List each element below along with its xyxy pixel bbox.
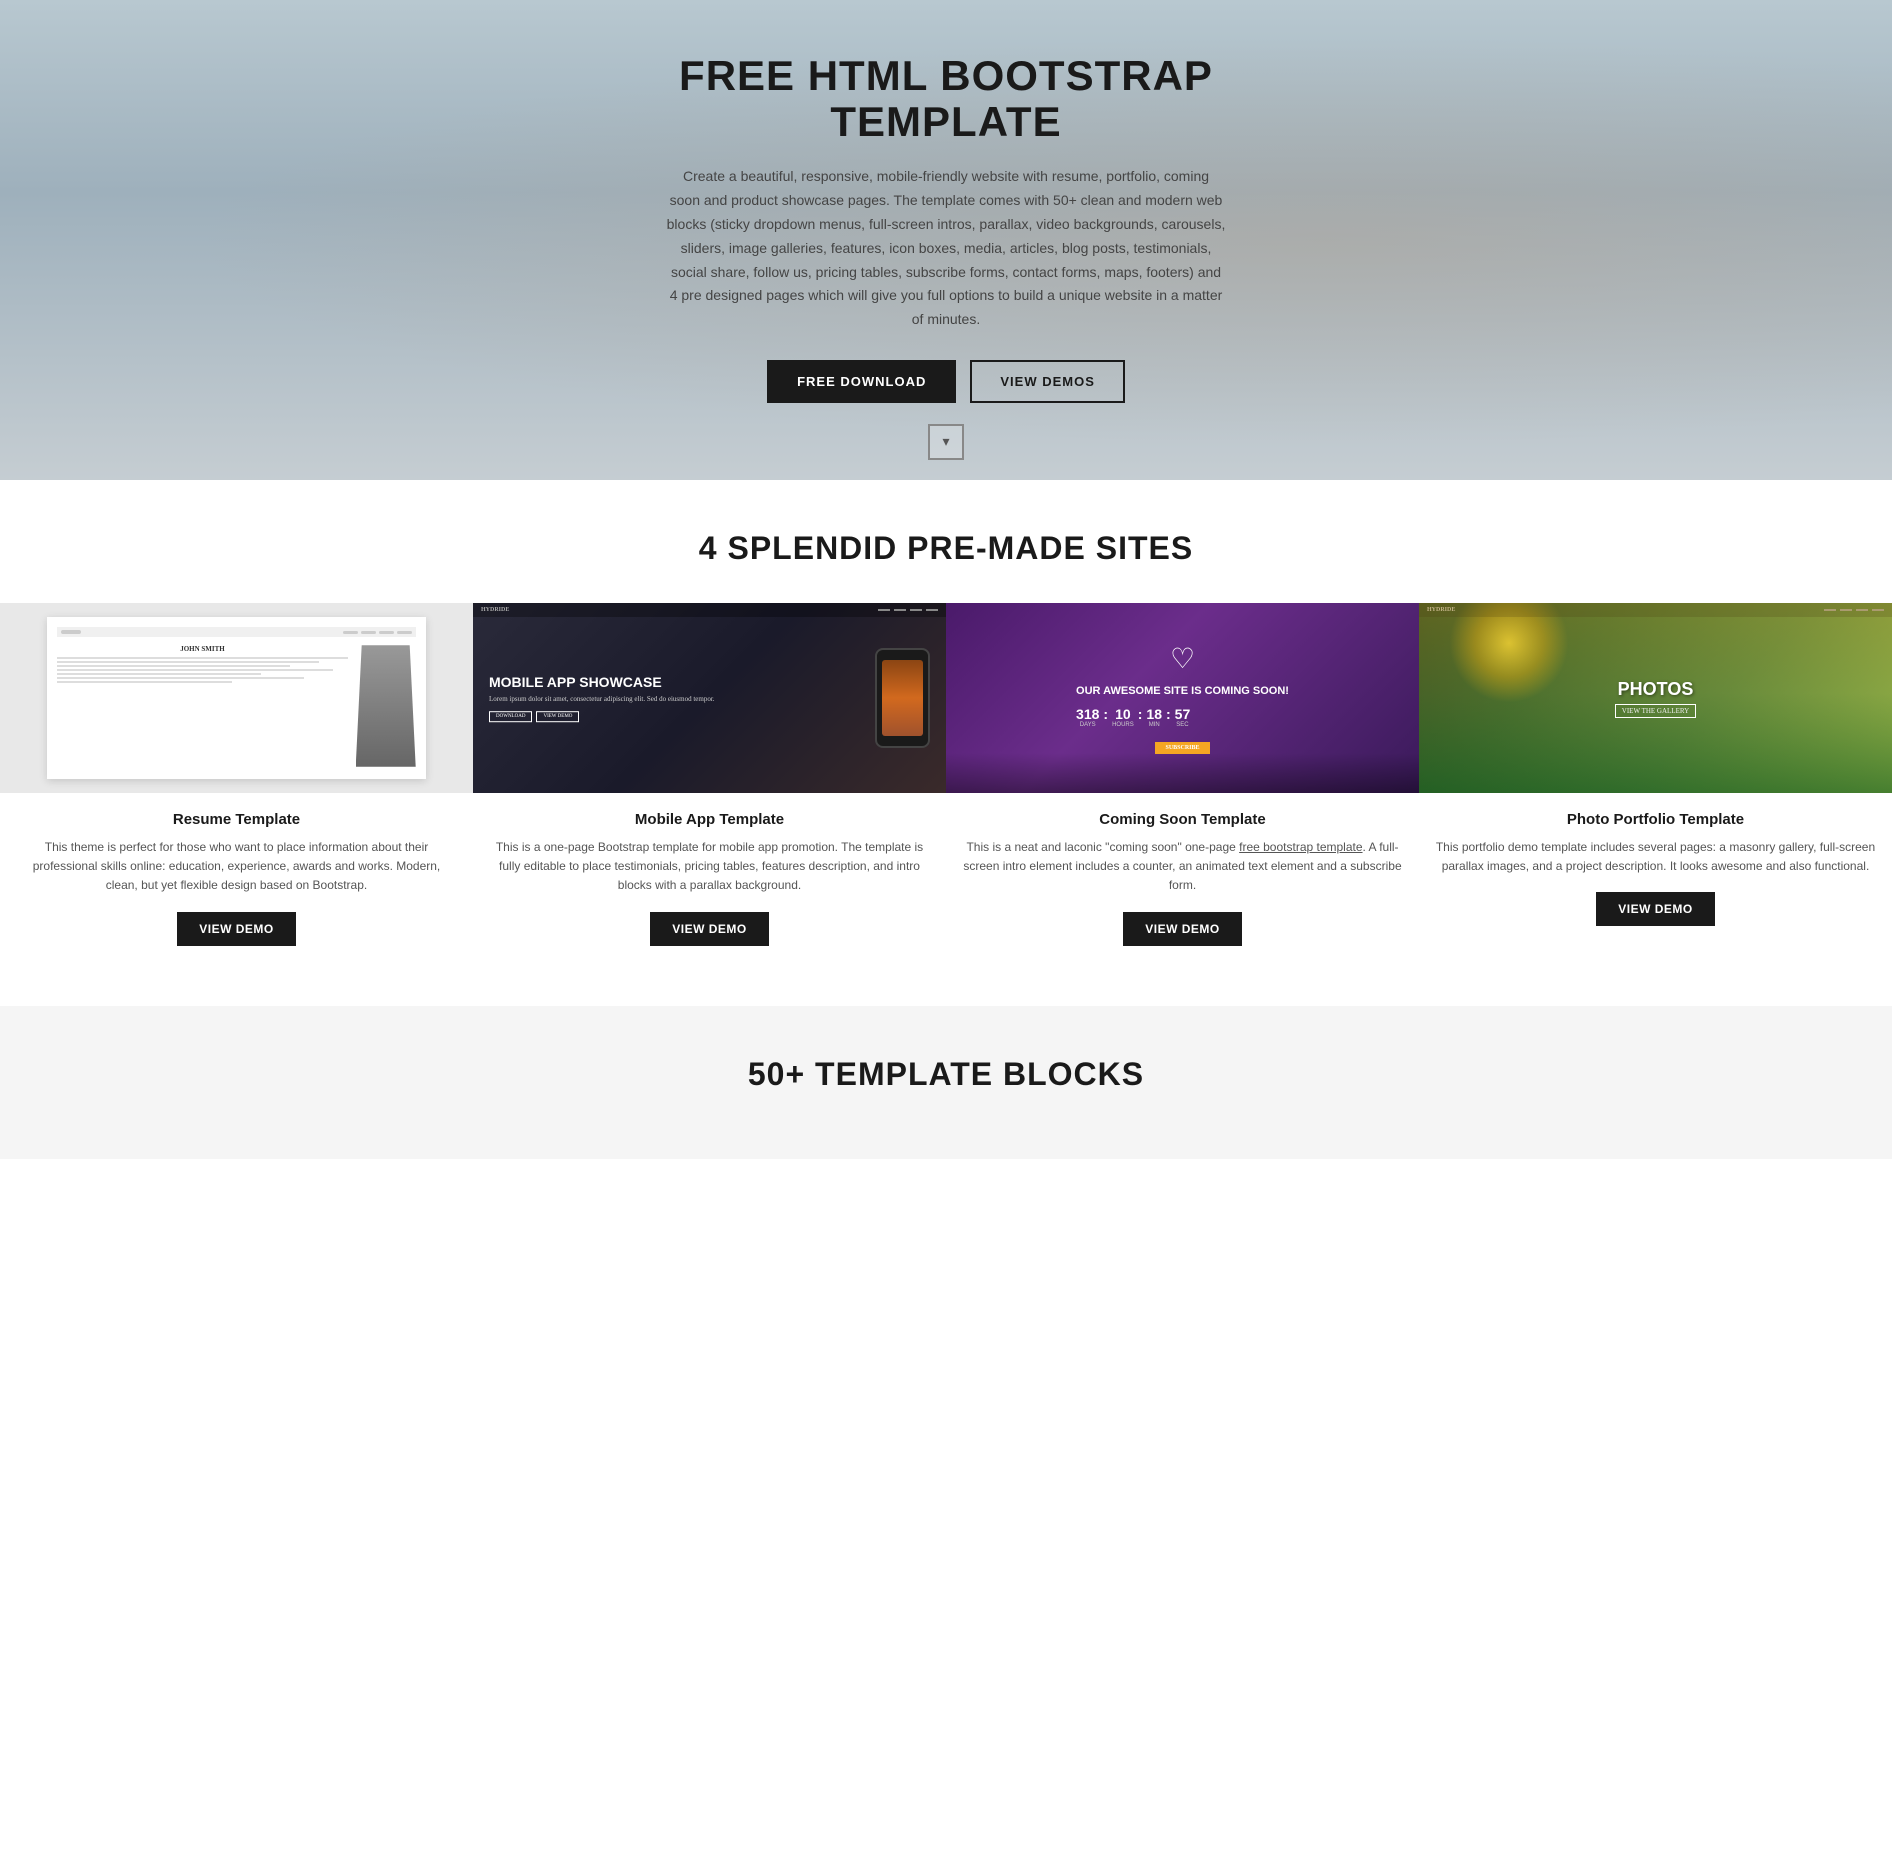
phone-mockup bbox=[875, 648, 930, 748]
countdown-hours: 10 HOURS bbox=[1112, 706, 1134, 728]
photos-subtext: VIEW THE GALLERY bbox=[1615, 704, 1696, 718]
photo-portfolio-card-image: HYDRIDE PHOTOS VIEW THE GALLERY bbox=[1419, 603, 1892, 793]
phone-screen bbox=[882, 660, 923, 737]
countdown-days: 318 DAYS bbox=[1076, 706, 1099, 728]
free-download-button[interactable]: FREE DOWNLOAD bbox=[767, 360, 956, 403]
template-blocks-section: 50+ TEMPLATE BLOCKS bbox=[0, 1006, 1892, 1159]
coming-soon-view-demo-button[interactable]: VIEW DEMO bbox=[1123, 912, 1242, 946]
countdown-days-label: DAYS bbox=[1080, 722, 1096, 728]
coming-soon-content: ♡ OUR AWESOME SITE IS COMING SOON! 318 D… bbox=[1076, 642, 1289, 754]
resume-card-title: Resume Template bbox=[0, 811, 473, 828]
photo-portfolio-card-desc: This portfolio demo template includes se… bbox=[1419, 838, 1892, 876]
countdown-days-num: 318 bbox=[1076, 706, 1099, 722]
mobile-app-preview: HYDRIDE MOBILE APP SHOWCASE Lorem ipsum … bbox=[473, 603, 946, 793]
countdown-hours-num: 10 bbox=[1115, 706, 1131, 722]
photo-portfolio-card-title: Photo Portfolio Template bbox=[1419, 811, 1892, 828]
countdown-min-num: 18 bbox=[1146, 706, 1162, 722]
coming-soon-card: ♡ OUR AWESOME SITE IS COMING SOON! 318 D… bbox=[946, 603, 1419, 966]
chevron-down-icon: ▾ bbox=[942, 434, 949, 451]
premade-sites-section: 4 SPLENDID PRE-MADE SITES bbox=[0, 480, 1892, 1006]
hero-content: FREE HTML BOOTSTRAP TEMPLATE Create a be… bbox=[646, 53, 1246, 427]
countdown: 318 DAYS : 10 HOURS : 18 MIN bbox=[1076, 706, 1289, 728]
resume-card-desc: This theme is perfect for those who want… bbox=[0, 838, 473, 896]
mobile-app-subtext: Lorem ipsum dolor sit amet, consectetur … bbox=[489, 695, 715, 705]
mobile-app-card-title: Mobile App Template bbox=[473, 811, 946, 828]
hero-buttons: FREE DOWNLOAD VIEW DEMOS bbox=[666, 360, 1226, 403]
mobile-app-view-demo-button[interactable]: VIEW DEMO bbox=[650, 912, 769, 946]
scroll-down-arrow[interactable]: ▾ bbox=[928, 424, 964, 460]
countdown-sep-1: : bbox=[1103, 706, 1108, 728]
mobile-app-card-desc: This is a one-page Bootstrap template fo… bbox=[473, 838, 946, 896]
hero-description: Create a beautiful, responsive, mobile-f… bbox=[666, 165, 1226, 332]
photo-portfolio-content: PHOTOS VIEW THE GALLERY bbox=[1615, 679, 1696, 718]
resume-view-demo-button[interactable]: VIEW DEMO bbox=[177, 912, 296, 946]
coming-soon-preview: ♡ OUR AWESOME SITE IS COMING SOON! 318 D… bbox=[946, 603, 1419, 793]
mobile-demo-btn: VIEW DEMO bbox=[536, 711, 579, 722]
countdown-sec-label: SEC bbox=[1176, 722, 1188, 728]
coming-soon-card-image: ♡ OUR AWESOME SITE IS COMING SOON! 318 D… bbox=[946, 603, 1419, 793]
cards-grid: JOHN SMITH bbox=[0, 603, 1892, 966]
photos-heading: PHOTOS bbox=[1615, 679, 1696, 700]
heart-icon: ♡ bbox=[1076, 642, 1289, 676]
countdown-sec: 57 SEC bbox=[1175, 706, 1191, 728]
coming-soon-title-text: OUR AWESOME SITE IS COMING SOON! bbox=[1076, 684, 1289, 698]
mobile-app-text: MOBILE APP SHOWCASE Lorem ipsum dolor si… bbox=[489, 674, 715, 722]
countdown-min-label: MIN bbox=[1149, 722, 1160, 728]
free-bootstrap-template-link[interactable]: free bootstrap template bbox=[1239, 840, 1362, 854]
mobile-app-card: HYDRIDE MOBILE APP SHOWCASE Lorem ipsum … bbox=[473, 603, 946, 966]
countdown-sep-2: : bbox=[1138, 706, 1143, 728]
hero-title: FREE HTML BOOTSTRAP TEMPLATE bbox=[666, 53, 1226, 145]
countdown-sep-3: : bbox=[1166, 706, 1171, 728]
countdown-sec-num: 57 bbox=[1175, 706, 1191, 722]
view-demos-button[interactable]: VIEW DEMOS bbox=[970, 360, 1125, 403]
premade-section-title: 4 SPLENDID PRE-MADE SITES bbox=[0, 530, 1892, 567]
resume-name-label: JOHN SMITH bbox=[57, 645, 347, 653]
coming-soon-card-title: Coming Soon Template bbox=[946, 811, 1419, 828]
blocks-section-title: 50+ TEMPLATE BLOCKS bbox=[0, 1056, 1892, 1093]
mobile-download-btn: DOWNLOAD bbox=[489, 711, 532, 722]
hero-section: FREE HTML BOOTSTRAP TEMPLATE Create a be… bbox=[0, 0, 1892, 480]
countdown-hours-label: HOURS bbox=[1112, 722, 1134, 728]
resume-card: JOHN SMITH bbox=[0, 603, 473, 966]
mobile-app-action-btns: DOWNLOAD VIEW DEMO bbox=[489, 711, 715, 722]
photo-portfolio-preview: HYDRIDE PHOTOS VIEW THE GALLERY bbox=[1419, 603, 1892, 793]
mobile-app-heading-text: MOBILE APP SHOWCASE bbox=[489, 674, 715, 691]
resume-preview: JOHN SMITH bbox=[0, 603, 473, 793]
countdown-min: 18 MIN bbox=[1146, 706, 1162, 728]
coming-soon-card-desc: This is a neat and laconic "coming soon"… bbox=[946, 838, 1419, 896]
photo-portfolio-view-demo-button[interactable]: VIEW DEMO bbox=[1596, 892, 1715, 926]
photo-portfolio-card: HYDRIDE PHOTOS VIEW THE GALLERY bbox=[1419, 603, 1892, 966]
mobile-app-card-image: HYDRIDE MOBILE APP SHOWCASE Lorem ipsum … bbox=[473, 603, 946, 793]
resume-card-image: JOHN SMITH bbox=[0, 603, 473, 793]
